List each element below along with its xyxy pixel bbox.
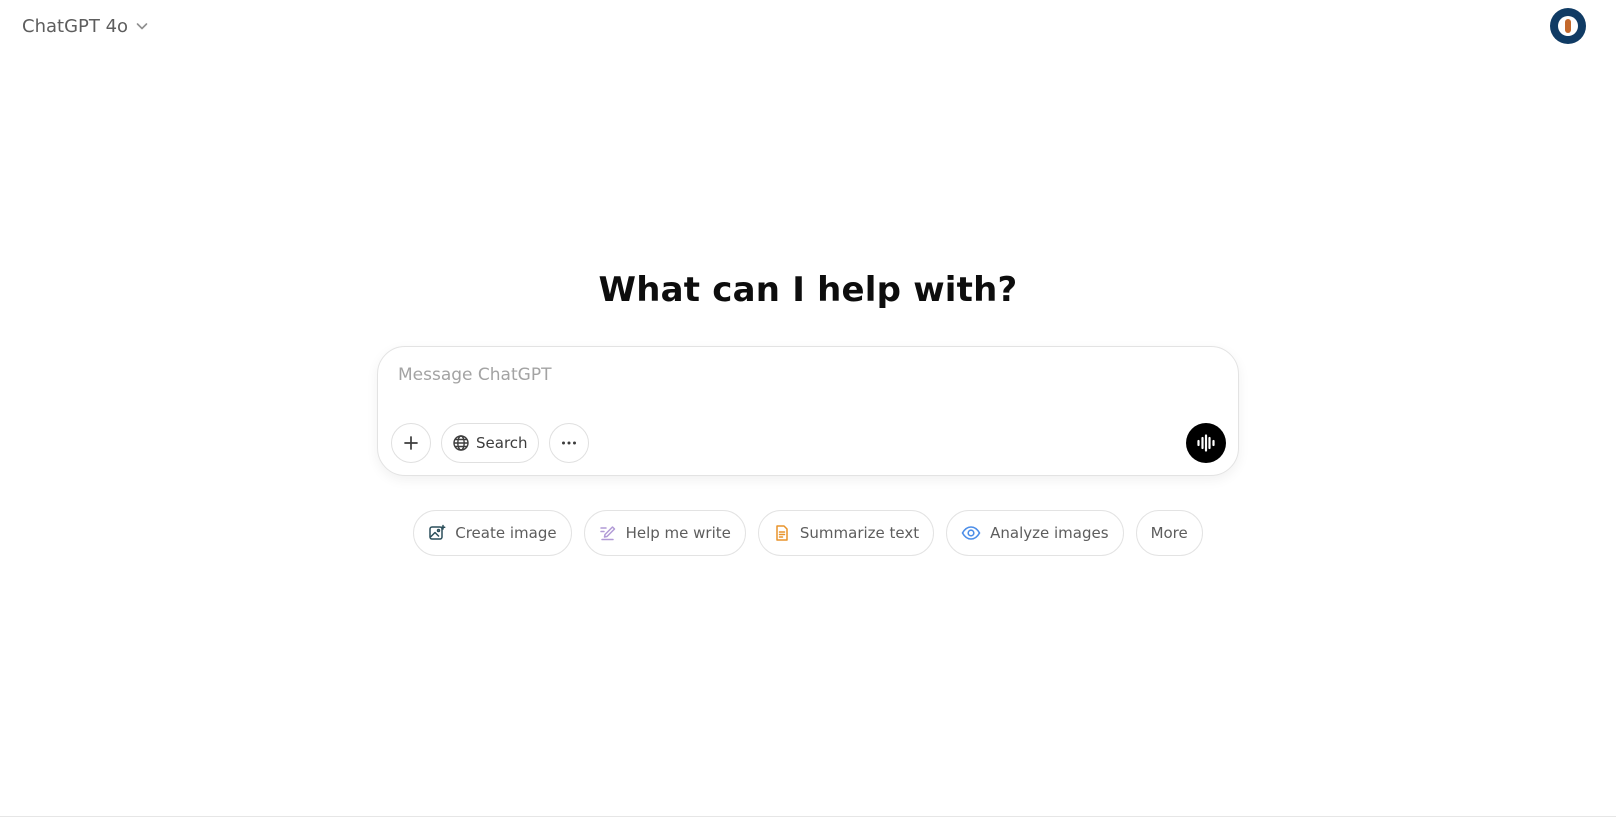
suggestion-chips: Create image Help me write Summarize tex… (0, 510, 1616, 556)
suggestion-create-image[interactable]: Create image (413, 510, 572, 556)
document-icon (773, 524, 791, 542)
bottom-divider (0, 816, 1616, 817)
suggestion-summarize-text[interactable]: Summarize text (757, 510, 935, 556)
eye-icon (961, 524, 981, 542)
message-composer: Search (377, 346, 1239, 476)
ellipsis-icon (560, 434, 578, 452)
page-headline: What can I help with? (598, 270, 1018, 310)
plus-icon (402, 434, 420, 452)
search-button[interactable]: Search (441, 423, 539, 463)
voice-waveform-icon (1195, 432, 1217, 454)
suggestion-analyze-images[interactable]: Analyze images (946, 510, 1124, 556)
chevron-down-icon (134, 18, 150, 34)
model-name: ChatGPT 4o (22, 15, 129, 37)
suggestion-help-me-write[interactable]: Help me write (583, 510, 746, 556)
more-tools-button[interactable] (548, 423, 589, 463)
user-avatar[interactable] (1550, 8, 1586, 44)
pen-icon (599, 524, 617, 542)
globe-icon (452, 434, 470, 452)
suggestion-label: Summarize text (799, 524, 920, 542)
composer-toolbar: Search (391, 423, 589, 463)
model-switcher[interactable]: ChatGPT 4o (12, 8, 160, 44)
chat-home-page: ChatGPT 4o What can I help with? Message… (0, 0, 1616, 818)
suggestion-label: More (1150, 524, 1188, 542)
message-input[interactable] (396, 359, 1200, 391)
voice-mode-button[interactable] (1186, 423, 1226, 463)
search-button-label: Search (476, 434, 528, 452)
image-icon (428, 524, 446, 542)
suggestion-more[interactable]: More (1135, 510, 1203, 556)
suggestion-label: Analyze images (990, 524, 1109, 542)
avatar-image (1558, 16, 1578, 36)
suggestion-label: Create image (455, 524, 557, 542)
suggestion-label: Help me write (625, 524, 731, 542)
attach-button[interactable] (391, 423, 431, 463)
